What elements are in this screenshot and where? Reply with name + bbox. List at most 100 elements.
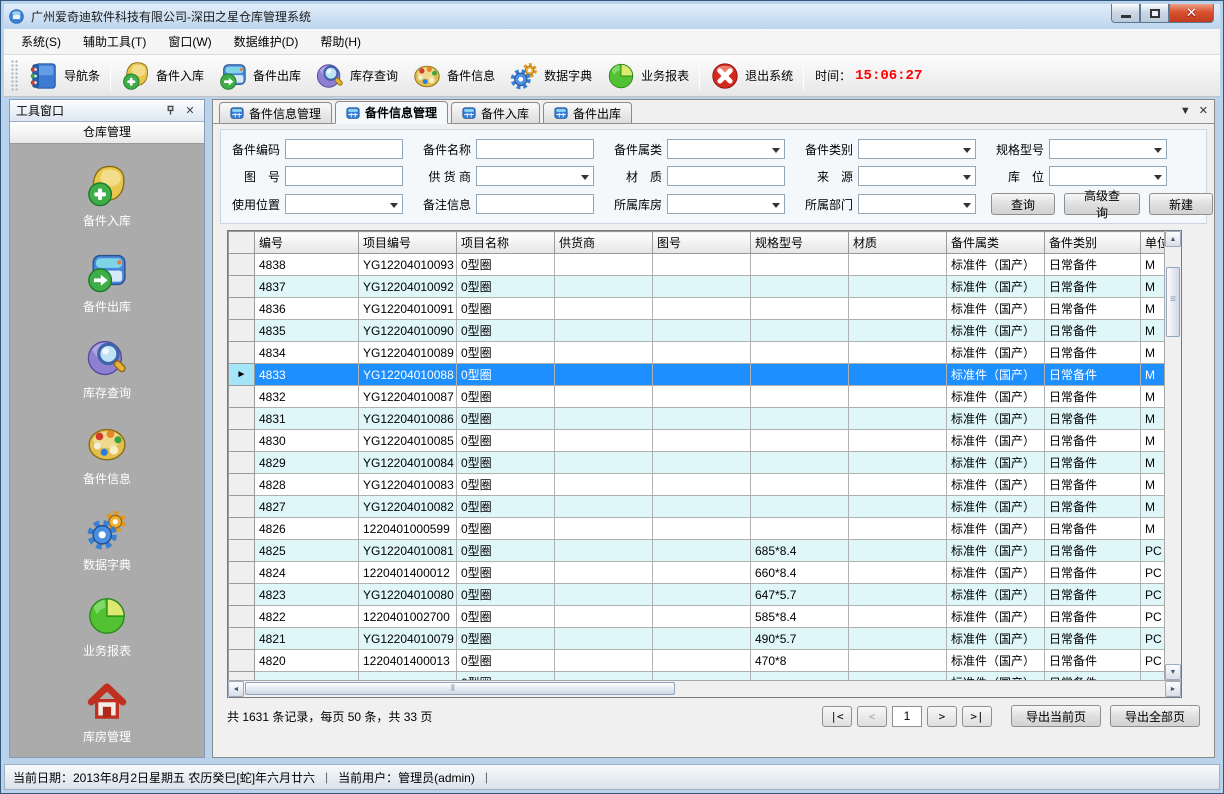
table-cell[interactable]: 标准件（国产） xyxy=(947,650,1045,672)
table-cell[interactable]: 4828 xyxy=(255,474,359,496)
prev-page-button[interactable]: < xyxy=(857,706,887,727)
table-cell[interactable] xyxy=(849,298,947,320)
table-row[interactable]: 4829YG122040100840型圈标准件（国产）日常备件M xyxy=(229,452,1165,474)
table-cell[interactable] xyxy=(751,364,849,386)
table-cell[interactable]: YG12204010093 xyxy=(359,254,457,276)
table-cell[interactable] xyxy=(653,298,751,320)
table-cell[interactable]: 0型圈 xyxy=(457,540,555,562)
table-cell[interactable] xyxy=(849,254,947,276)
table-cell[interactable]: 4825 xyxy=(255,540,359,562)
scroll-down-icon[interactable]: ▼ xyxy=(1165,664,1181,680)
table-cell[interactable] xyxy=(653,254,751,276)
vertical-scroll-thumb[interactable] xyxy=(1166,267,1180,337)
table-cell[interactable]: 标准件（国产） xyxy=(947,452,1045,474)
table-cell[interactable] xyxy=(751,298,849,320)
table-cell[interactable]: 4826 xyxy=(255,518,359,540)
toolbar-parts-out-button[interactable]: 备件出库 xyxy=(211,58,308,94)
table-cell[interactable] xyxy=(849,320,947,342)
table-cell[interactable] xyxy=(849,496,947,518)
toolbar-parts-info-button[interactable]: 备件信息 xyxy=(405,58,502,94)
menu-system[interactable]: 系统(S) xyxy=(10,29,72,54)
row-selector[interactable] xyxy=(229,628,255,650)
table-cell[interactable]: 标准件（国产） xyxy=(947,540,1045,562)
menu-data-maintenance[interactable]: 数据维护(D) xyxy=(223,29,310,54)
table-cell[interactable]: 日常备件 xyxy=(1045,650,1141,672)
table-cell[interactable]: M xyxy=(1141,298,1165,320)
table-cell[interactable]: 0型圈 xyxy=(457,584,555,606)
table-cell[interactable]: 标准件（国产） xyxy=(947,584,1045,606)
table-cell[interactable] xyxy=(751,386,849,408)
horizontal-scroll-thumb[interactable] xyxy=(245,682,675,695)
table-cell[interactable] xyxy=(751,408,849,430)
filter-input-drawing-no[interactable] xyxy=(285,166,403,186)
table-cell[interactable] xyxy=(1141,672,1165,681)
export-all-pages-button[interactable]: 导出全部页 xyxy=(1110,705,1200,727)
column-header[interactable]: 备件类别 xyxy=(1045,232,1141,254)
table-cell[interactable]: 标准件（国产） xyxy=(947,298,1045,320)
table-cell[interactable] xyxy=(653,452,751,474)
table-cell[interactable]: PC xyxy=(1141,606,1165,628)
table-cell[interactable]: YG12204010083 xyxy=(359,474,457,496)
table-row[interactable]: 4834YG122040100890型圈标准件（国产）日常备件M xyxy=(229,342,1165,364)
table-cell[interactable] xyxy=(751,276,849,298)
table-cell[interactable] xyxy=(849,672,947,681)
table-cell[interactable]: M xyxy=(1141,342,1165,364)
menu-window[interactable]: 窗口(W) xyxy=(157,29,222,54)
table-cell[interactable]: 4829 xyxy=(255,452,359,474)
table-cell[interactable]: 0型圈 xyxy=(457,518,555,540)
table-row[interactable]: 482012204014000130型圈470*8标准件（国产）日常备件PC xyxy=(229,650,1165,672)
table-row[interactable]: 4823YG122040100800型圈647*5.7标准件（国产）日常备件PC xyxy=(229,584,1165,606)
table-cell[interactable]: 0型圈 xyxy=(457,276,555,298)
table-cell[interactable]: 585*8.4 xyxy=(751,606,849,628)
table-cell[interactable] xyxy=(555,562,653,584)
tab-parts-out[interactable]: 备件出库 xyxy=(543,102,632,123)
table-cell[interactable] xyxy=(555,364,653,386)
filter-combo-spec-model[interactable] xyxy=(1049,139,1167,159)
row-selector[interactable] xyxy=(229,276,255,298)
column-header[interactable]: 图号 xyxy=(653,232,751,254)
table-row[interactable]: 4831YG122040100860型圈标准件（国产）日常备件M xyxy=(229,408,1165,430)
table-cell[interactable]: 0型圈 xyxy=(457,430,555,452)
table-cell[interactable]: 日常备件 xyxy=(1045,584,1141,606)
row-selector[interactable] xyxy=(229,342,255,364)
title-bar[interactable]: 广州爱奇迪软件科技有限公司-深田之星仓库管理系统 ✕ xyxy=(4,4,1220,29)
table-cell[interactable]: 647*5.7 xyxy=(751,584,849,606)
table-cell[interactable] xyxy=(653,474,751,496)
table-cell[interactable]: 1220401400012 xyxy=(359,562,457,584)
table-cell[interactable] xyxy=(555,298,653,320)
table-row[interactable]: 4827YG122040100820型圈标准件（国产）日常备件M xyxy=(229,496,1165,518)
table-cell[interactable] xyxy=(653,518,751,540)
table-row[interactable]: 482612204010005990型圈标准件（国产）日常备件M xyxy=(229,518,1165,540)
sidebar-item-parts-info[interactable]: 备件信息 xyxy=(47,422,167,487)
table-cell[interactable]: 标准件（国产） xyxy=(947,474,1045,496)
table-row[interactable]: 4835YG122040100900型圈标准件（国产）日常备件M xyxy=(229,320,1165,342)
first-page-button[interactable]: |< xyxy=(822,706,852,727)
sidebar-section-warehouse-mgmt[interactable]: 仓库管理 xyxy=(10,122,204,144)
table-cell[interactable]: 日常备件 xyxy=(1045,628,1141,650)
table-cell[interactable]: M xyxy=(1141,254,1165,276)
table-cell[interactable] xyxy=(849,518,947,540)
table-cell[interactable] xyxy=(653,672,751,681)
scroll-right-icon[interactable]: ► xyxy=(1165,681,1181,697)
table-cell[interactable]: 标准件（国产） xyxy=(947,342,1045,364)
table-cell[interactable]: 490*5.7 xyxy=(751,628,849,650)
column-header[interactable]: 供货商 xyxy=(555,232,653,254)
table-cell[interactable]: YG12204010086 xyxy=(359,408,457,430)
maximize-button[interactable] xyxy=(1140,4,1169,23)
table-cell[interactable]: YG12204010085 xyxy=(359,430,457,452)
table-cell[interactable]: 4837 xyxy=(255,276,359,298)
table-cell[interactable]: 日常备件 xyxy=(1045,430,1141,452)
table-cell[interactable]: 日常备件 xyxy=(1045,298,1141,320)
toolbar-parts-in-button[interactable]: 备件入库 xyxy=(114,58,211,94)
scroll-up-icon[interactable]: ▲ xyxy=(1165,231,1181,247)
toolbar-exit-button[interactable]: 退出系统 xyxy=(703,58,800,94)
table-row[interactable]: 4837YG122040100920型圈标准件（国产）日常备件M xyxy=(229,276,1165,298)
table-cell[interactable]: PC xyxy=(1141,650,1165,672)
table-cell[interactable]: 0型圈 xyxy=(457,452,555,474)
horizontal-scrollbar[interactable]: ◄ ► xyxy=(228,680,1181,697)
table-cell[interactable]: PC xyxy=(1141,584,1165,606)
tab-list-dropdown-icon[interactable]: ▼ xyxy=(1180,104,1191,118)
filter-combo-part-category[interactable] xyxy=(858,139,976,159)
close-panel-icon[interactable]: ✕ xyxy=(182,103,198,119)
table-cell[interactable]: YG12204010091 xyxy=(359,298,457,320)
